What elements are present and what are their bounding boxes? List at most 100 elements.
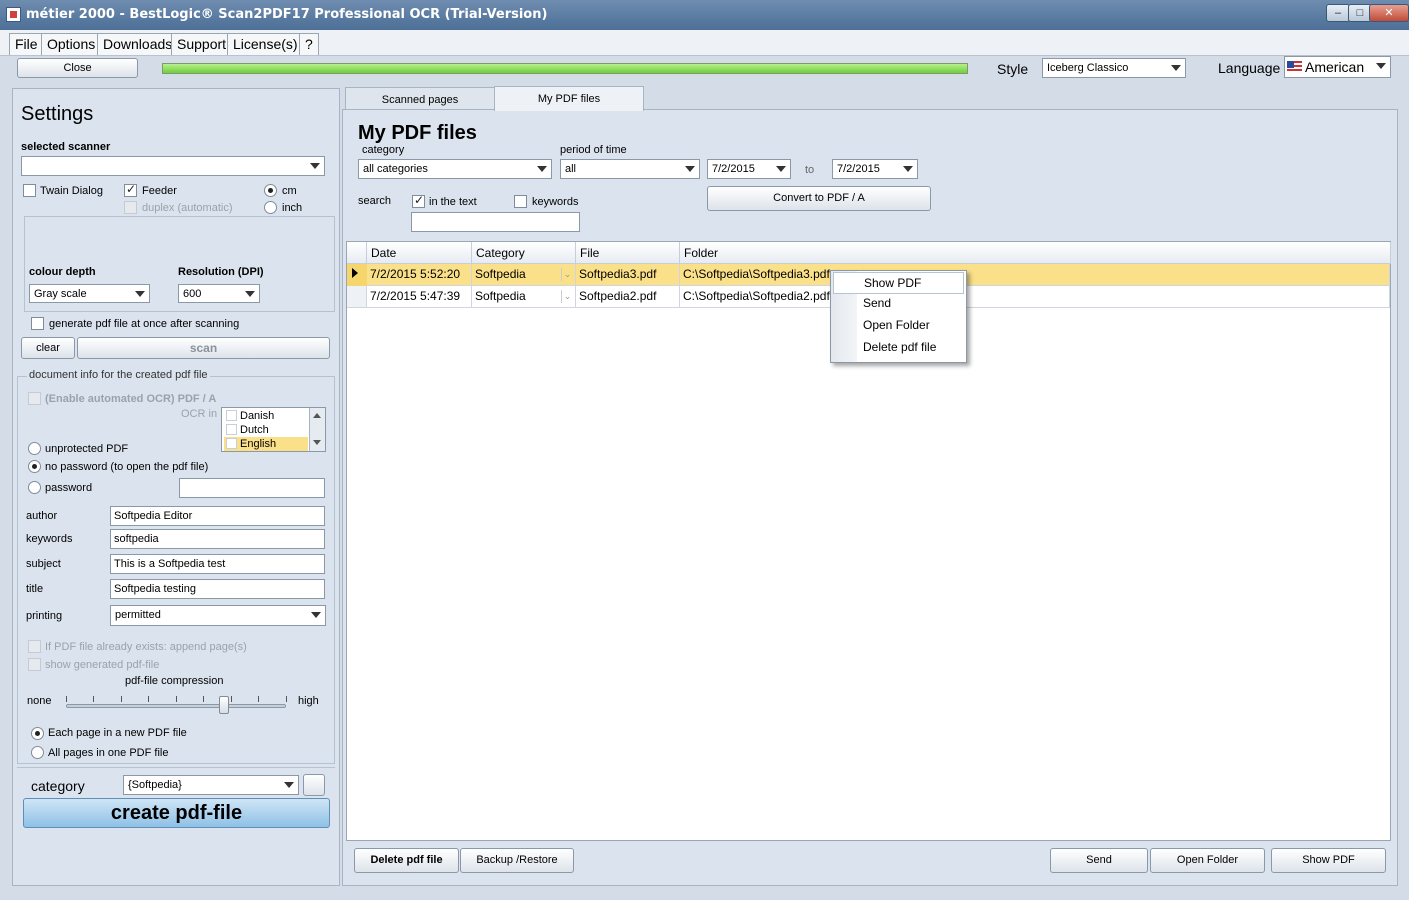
password-field[interactable] bbox=[179, 478, 325, 498]
ocr-lang-checkbox[interactable] bbox=[226, 424, 237, 435]
password-radio[interactable] bbox=[28, 481, 41, 494]
filter-category-select[interactable]: all categories bbox=[358, 159, 552, 179]
tab-my-pdf-files[interactable]: My PDF files bbox=[494, 86, 644, 111]
to-label: to bbox=[805, 164, 815, 176]
period-value: all bbox=[565, 163, 577, 175]
compression-high-label: high bbox=[298, 695, 319, 707]
style-select[interactable]: Iceberg Classico bbox=[1042, 58, 1186, 78]
ocr-lang-item-selected[interactable]: English bbox=[224, 437, 308, 451]
menu-file[interactable]: File bbox=[9, 33, 44, 55]
slider-tick bbox=[231, 696, 232, 702]
menu-help[interactable]: ? bbox=[299, 33, 319, 55]
search-input[interactable] bbox=[411, 212, 580, 232]
scroll-down-icon[interactable] bbox=[313, 440, 321, 445]
slider-tick bbox=[258, 696, 259, 702]
close-button[interactable]: Close bbox=[17, 58, 138, 78]
date-to-picker[interactable]: 7/2/2015 bbox=[832, 159, 918, 179]
scanner-select[interactable] bbox=[21, 156, 325, 176]
cell-file[interactable]: Softpedia2.pdf bbox=[576, 286, 680, 308]
all-pages-radio[interactable] bbox=[31, 746, 44, 759]
filter-category-label: category bbox=[362, 144, 405, 156]
delete-pdf-button[interactable]: Delete pdf file bbox=[354, 848, 459, 873]
ocr-enable-checkbox[interactable] bbox=[28, 392, 41, 405]
open-folder-button[interactable]: Open Folder bbox=[1150, 848, 1265, 873]
resolution-label: Resolution (DPI) bbox=[178, 266, 264, 278]
column-file[interactable]: File bbox=[576, 242, 680, 264]
menu-options[interactable]: Options bbox=[41, 33, 102, 55]
clear-button[interactable]: clear bbox=[21, 337, 75, 359]
search-in-text-checkbox[interactable] bbox=[412, 193, 425, 208]
search-label: search bbox=[358, 195, 392, 207]
cell-category[interactable]: Softpedia ⌄ bbox=[472, 264, 576, 286]
scanner-label: selected scanner bbox=[21, 141, 111, 153]
context-open-folder[interactable]: Open Folder bbox=[863, 315, 930, 335]
context-delete-pdf[interactable]: Delete pdf file bbox=[863, 337, 936, 357]
ocr-list-scrollbar[interactable] bbox=[309, 408, 325, 451]
author-field[interactable]: Softpedia Editor bbox=[110, 506, 325, 526]
period-select[interactable]: all bbox=[560, 159, 700, 179]
show-generated-checkbox[interactable] bbox=[28, 658, 41, 671]
show-pdf-button[interactable]: Show PDF bbox=[1271, 848, 1386, 873]
scan-button[interactable]: scan bbox=[77, 337, 330, 359]
feeder-checkbox[interactable] bbox=[124, 182, 137, 197]
resolution-select[interactable]: 600 bbox=[178, 284, 260, 303]
cell-date[interactable]: 7/2/2015 5:47:39 bbox=[367, 286, 472, 308]
tab-scanned-pages[interactable]: Scanned pages bbox=[345, 87, 495, 111]
duplex-checkbox[interactable] bbox=[124, 201, 137, 214]
cell-folder[interactable]: C:\Softpedia\Softpedia2.pdf bbox=[680, 286, 1390, 308]
unprotected-radio[interactable] bbox=[28, 442, 41, 455]
column-category[interactable]: Category bbox=[472, 242, 576, 264]
style-label: Style bbox=[997, 61, 1029, 77]
minimize-button[interactable]: – bbox=[1326, 4, 1350, 22]
no-password-radio[interactable] bbox=[28, 460, 41, 473]
language-label: Language bbox=[1218, 60, 1281, 76]
resolution-value: 600 bbox=[183, 288, 202, 300]
cell-category[interactable]: Softpedia ⌄ bbox=[472, 286, 576, 308]
scroll-up-icon[interactable] bbox=[313, 413, 321, 418]
compression-slider[interactable] bbox=[66, 704, 286, 708]
search-keywords-checkbox[interactable] bbox=[514, 195, 527, 208]
category-select[interactable]: {Softpedia} bbox=[123, 775, 299, 795]
title-field[interactable]: Softpedia testing bbox=[110, 579, 325, 599]
column-folder[interactable]: Folder bbox=[680, 242, 1391, 264]
column-date[interactable]: Date bbox=[367, 242, 472, 264]
chevron-down-icon[interactable]: ⌄ bbox=[561, 268, 573, 281]
keywords-field[interactable]: softpedia bbox=[110, 529, 325, 549]
compression-slider-handle[interactable] bbox=[219, 696, 230, 714]
us-flag-icon bbox=[1287, 61, 1302, 73]
ocr-language-list[interactable]: Danish Dutch English bbox=[221, 407, 326, 452]
subject-field[interactable]: This is a Softpedia test bbox=[110, 554, 325, 574]
backup-restore-button[interactable]: Backup /Restore bbox=[460, 848, 574, 873]
close-window-button[interactable]: ✕ bbox=[1369, 4, 1409, 22]
twain-dialog-checkbox[interactable] bbox=[23, 184, 36, 197]
date-from-picker[interactable]: 7/2/2015 bbox=[707, 159, 791, 179]
send-button[interactable]: Send bbox=[1050, 848, 1148, 873]
generate-after-scan-checkbox[interactable] bbox=[31, 317, 44, 330]
cell-date[interactable]: 7/2/2015 5:52:20 bbox=[367, 264, 472, 286]
cell-file[interactable]: Softpedia3.pdf bbox=[576, 264, 680, 286]
ocr-lang-item[interactable]: Dutch bbox=[224, 423, 308, 437]
printing-select[interactable]: permitted bbox=[110, 605, 326, 626]
cell-folder[interactable]: C:\Softpedia\Softpedia3.pdf bbox=[680, 264, 1390, 286]
language-select[interactable]: American bbox=[1284, 56, 1391, 78]
context-send[interactable]: Send bbox=[863, 293, 891, 313]
menu-support[interactable]: Support bbox=[171, 33, 233, 55]
inch-radio[interactable] bbox=[264, 201, 277, 214]
colour-depth-select[interactable]: Gray scale bbox=[29, 284, 150, 303]
cm-radio[interactable] bbox=[264, 184, 277, 197]
ocr-lang-checkbox[interactable] bbox=[226, 410, 237, 421]
chevron-down-icon bbox=[1171, 65, 1181, 71]
create-pdf-button[interactable]: create pdf-file bbox=[23, 798, 330, 828]
append-checkbox[interactable] bbox=[28, 640, 41, 653]
each-page-radio[interactable] bbox=[31, 727, 44, 740]
context-show-pdf[interactable]: Show PDF bbox=[833, 272, 964, 294]
convert-pdfa-button[interactable]: Convert to PDF / A bbox=[707, 186, 931, 211]
menu-downloads[interactable]: Downloads bbox=[97, 33, 179, 55]
menu-licenses[interactable]: License(s) bbox=[227, 33, 304, 55]
ocr-lang-checkbox[interactable] bbox=[226, 438, 237, 449]
ocr-lang-item[interactable]: Danish bbox=[224, 409, 308, 423]
inch-label: inch bbox=[282, 202, 303, 214]
language-value: American bbox=[1305, 59, 1365, 75]
chevron-down-icon[interactable]: ⌄ bbox=[561, 290, 573, 303]
category-edit-button[interactable] bbox=[303, 774, 325, 796]
